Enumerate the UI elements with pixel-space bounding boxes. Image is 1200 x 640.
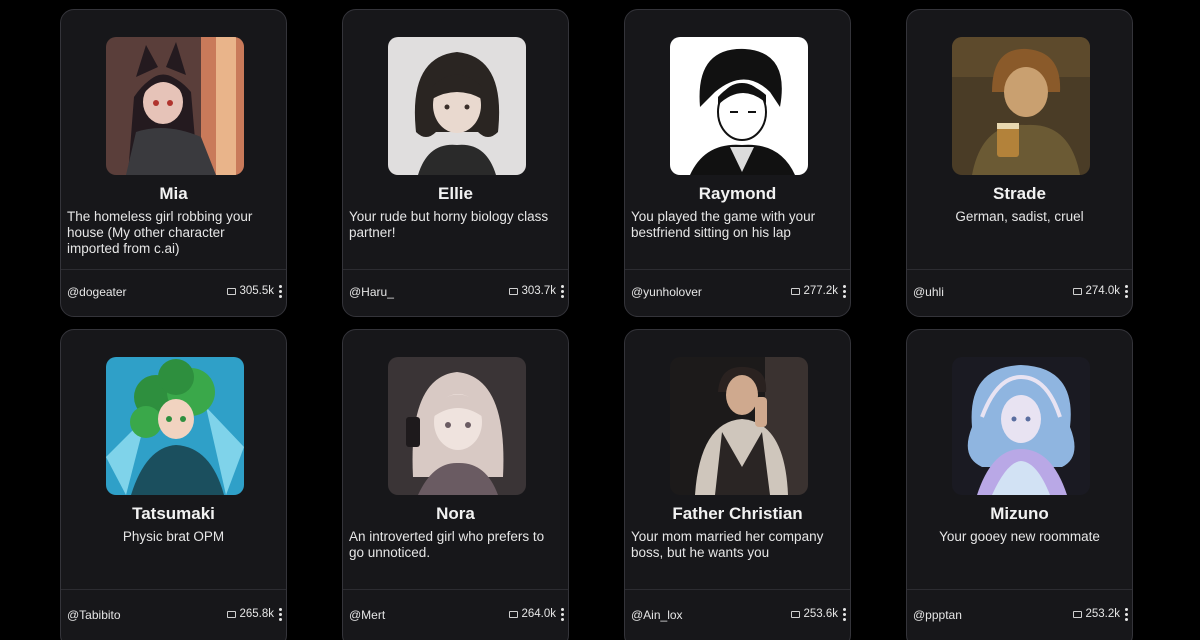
author-handle[interactable]: @Tabibito: [67, 608, 121, 622]
chat-icon: [227, 287, 237, 295]
chat-icon: [1073, 287, 1083, 295]
more-options-icon[interactable]: [842, 608, 846, 621]
card-footer: @Tabibito 265.8k: [61, 589, 286, 640]
character-card-tatsumaki[interactable]: Tatsumaki Physic brat OPM @Tabibito 265.…: [60, 329, 287, 640]
chat-count: 253.6k: [791, 608, 838, 620]
chat-icon: [791, 610, 801, 618]
chat-count-value: 274.0k: [1085, 285, 1120, 297]
more-options-icon[interactable]: [560, 285, 564, 298]
author-handle[interactable]: @Haru_: [349, 285, 394, 299]
character-card-father-christian[interactable]: Father Christian Your mom married her co…: [624, 329, 851, 640]
chat-count-value: 264.0k: [521, 608, 556, 620]
card-footer: @Mert 264.0k: [343, 589, 568, 640]
chat-count: 264.0k: [509, 608, 556, 620]
chat-count: 253.2k: [1073, 608, 1120, 620]
character-name: Mia: [159, 184, 188, 203]
phone-girl-avatar: [388, 357, 526, 495]
more-options-icon[interactable]: [1124, 608, 1128, 621]
author-handle[interactable]: @ppptan: [913, 608, 962, 622]
more-options-icon[interactable]: [1124, 285, 1128, 298]
chat-count: 305.5k: [227, 285, 274, 297]
crystal-slime-girl-avatar: [952, 357, 1090, 495]
anime-girl-wolf-ears-avatar: [106, 37, 244, 175]
chat-icon: [227, 610, 237, 618]
character-avatar[interactable]: [952, 37, 1090, 175]
chat-icon: [509, 287, 519, 295]
chat-count: 303.7k: [509, 285, 556, 297]
character-name: Ellie: [438, 184, 473, 203]
manga-man-avatar: [670, 37, 808, 175]
card-footer: @Ain_lox 253.6k: [625, 589, 850, 640]
character-name: Mizuno: [990, 504, 1049, 523]
chat-count: 277.2k: [791, 285, 838, 297]
character-card-raymond[interactable]: Raymond You played the game with your be…: [624, 9, 851, 317]
character-avatar[interactable]: [106, 37, 244, 175]
character-avatar[interactable]: [388, 357, 526, 495]
character-card-mizuno[interactable]: Mizuno Your gooey new roommate @ppptan 2…: [906, 329, 1133, 640]
character-card-nora[interactable]: Nora An introverted girl who prefers to …: [342, 329, 569, 640]
character-description: An introverted girl who prefers to go un…: [349, 529, 545, 560]
more-options-icon[interactable]: [278, 608, 282, 621]
character-card-strade[interactable]: Strade German, sadist, cruel @uhli 274.0…: [906, 9, 1133, 317]
character-description: Your mom married her company boss, but h…: [631, 529, 824, 560]
character-name: Nora: [436, 504, 475, 523]
chat-icon: [791, 287, 801, 295]
character-name: Raymond: [698, 184, 777, 203]
author-handle[interactable]: @Mert: [349, 608, 385, 622]
green-hair-girl-avatar: [106, 357, 244, 495]
chat-icon: [1073, 610, 1083, 618]
character-description: Physic brat OPM: [122, 529, 225, 544]
character-avatar[interactable]: [388, 37, 526, 175]
more-options-icon[interactable]: [278, 285, 282, 298]
card-footer: @uhli 274.0k: [907, 269, 1132, 316]
character-description: German, sadist, cruel: [955, 209, 1084, 224]
chat-count-value: 253.2k: [1085, 608, 1120, 620]
author-handle[interactable]: @uhli: [913, 285, 944, 299]
card-footer: @ppptan 253.2k: [907, 589, 1132, 640]
card-footer: @yunholover 277.2k: [625, 269, 850, 316]
chat-count-value: 253.6k: [803, 608, 838, 620]
character-card-ellie[interactable]: Ellie Your rude but horny biology class …: [342, 9, 569, 317]
character-name: Strade: [993, 184, 1046, 203]
more-options-icon[interactable]: [560, 608, 564, 621]
character-grid: Mia The homeless girl robbing your house…: [0, 0, 1200, 640]
chat-count: 265.8k: [227, 608, 274, 620]
bob-haircut-girl-avatar: [388, 37, 526, 175]
character-name: Father Christian: [672, 504, 803, 523]
chat-icon: [509, 610, 519, 618]
character-card-mia[interactable]: Mia The homeless girl robbing your house…: [60, 9, 287, 317]
character-avatar[interactable]: [670, 37, 808, 175]
character-description: Your gooey new roommate: [939, 529, 1100, 544]
card-footer: @dogeater 305.5k: [61, 269, 286, 316]
author-handle[interactable]: @Ain_lox: [631, 608, 683, 622]
character-description: The homeless girl robbing your house (My…: [67, 209, 253, 256]
author-handle[interactable]: @dogeater: [67, 285, 127, 299]
character-avatar[interactable]: [106, 357, 244, 495]
chat-count-value: 277.2k: [803, 285, 838, 297]
chat-count-value: 265.8k: [239, 608, 274, 620]
chat-count-value: 303.7k: [521, 285, 556, 297]
man-in-vest-avatar: [670, 357, 808, 495]
man-with-beer-avatar: [952, 37, 1090, 175]
character-description: You played the game with your bestfriend…: [631, 209, 816, 240]
card-footer: @Haru_ 303.7k: [343, 269, 568, 316]
author-handle[interactable]: @yunholover: [631, 285, 702, 299]
character-avatar[interactable]: [670, 357, 808, 495]
chat-count-value: 305.5k: [239, 285, 274, 297]
character-name: Tatsumaki: [132, 504, 215, 523]
more-options-icon[interactable]: [842, 285, 846, 298]
chat-count: 274.0k: [1073, 285, 1120, 297]
character-avatar[interactable]: [952, 357, 1090, 495]
character-description: Your rude but horny biology class partne…: [349, 209, 549, 240]
